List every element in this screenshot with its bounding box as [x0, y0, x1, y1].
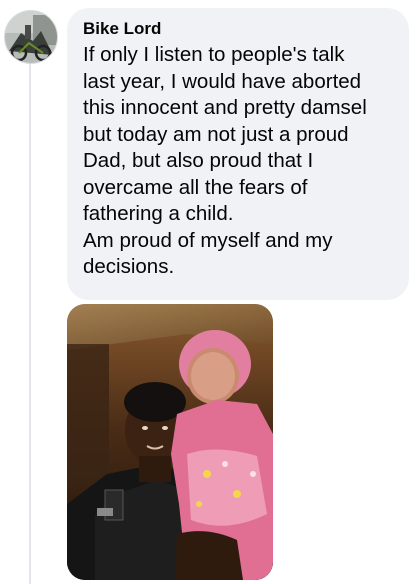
comment-text-line: If only I listen to people's talk	[83, 43, 345, 66]
thread-connector-line	[29, 64, 31, 584]
comment-photo-attachment[interactable]	[67, 304, 273, 580]
comment-author-name[interactable]: Bike Lord	[83, 18, 395, 40]
comment-text-line: overcame all the fears of	[83, 175, 308, 199]
comment-text-line: fathering a child.	[83, 202, 234, 225]
comment-text-line: this innocent and pretty damsel	[83, 96, 367, 119]
avatar[interactable]	[4, 10, 58, 64]
comment-bubble: Bike Lord If only I listen to people's t…	[67, 8, 409, 300]
comment-text-line: decisions.	[83, 255, 175, 278]
avatar-image	[5, 11, 57, 63]
comment-text: If only I listen to people's talk last y…	[83, 42, 395, 281]
photo-image	[67, 304, 273, 580]
comment-text-line: Dad, but also proud that I	[83, 149, 314, 172]
comment-text-line: Am proud of myself and my	[83, 228, 333, 252]
comment-thread: Bike Lord If only I listen to people's t…	[0, 0, 416, 584]
comment-text-line: but today am not just a proud	[83, 122, 349, 146]
comment-text-line: last year, I would have aborted	[83, 69, 362, 93]
